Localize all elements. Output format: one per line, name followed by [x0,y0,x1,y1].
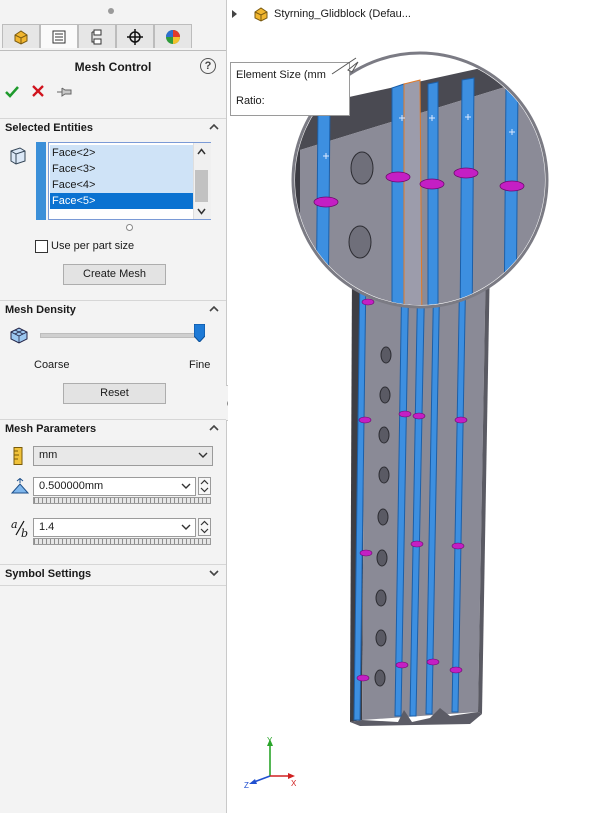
element-size-thumbwheel[interactable] [33,497,211,504]
list-item[interactable]: Face<3> [50,161,195,177]
feature-tree-part-name[interactable]: Styrning_Glidblock (Defau... [274,8,411,20]
ratio-spinner[interactable] [198,518,211,536]
chevron-down-icon [198,452,208,458]
cancel-button[interactable] [30,83,46,104]
axis-z-label: Z [244,781,249,790]
part-icon [254,7,268,22]
section-title: Symbol Settings [5,568,92,580]
svg-text:b: b [21,527,28,538]
element-size-value: 0.500000mm [39,480,104,492]
tab-dimxpert-manager[interactable] [116,24,154,48]
list-item[interactable]: Face<2> [50,145,195,161]
symbol-settings-header[interactable]: Symbol Settings [0,564,226,585]
ruler-icon [13,447,23,465]
chevron-up-icon [209,424,219,431]
element-size-field[interactable]: 0.500000mm [33,477,196,496]
property-manager-icon [52,30,66,43]
selection-list-indicator [36,142,46,220]
dimxpert-icon [127,28,143,45]
axis-x-label: X [291,779,297,788]
chevron-down-icon [209,570,219,577]
mesh-density-slider-thumb[interactable] [194,324,205,342]
list-scroll-thumb[interactable] [195,170,208,202]
tab-configuration-manager[interactable] [78,24,116,48]
units-select[interactable]: mm [33,446,213,466]
part-model-view[interactable] [228,0,593,813]
scroll-up-icon[interactable] [197,148,206,155]
element-size-spinner[interactable] [198,477,211,495]
scroll-down-icon[interactable] [197,208,206,215]
spin-up-down-icon [200,520,209,534]
ratio-field[interactable]: 1.4 [33,518,196,537]
mesh-parameters-header[interactable]: Mesh Parameters [0,419,226,440]
svg-text:a: a [11,518,18,531]
chevron-up-icon [209,305,219,312]
manager-tab-bar [0,22,226,51]
feature-manager-icon [14,29,28,45]
pushpin-icon [57,87,72,97]
section-title: Selected Entities [5,122,94,134]
panel-grip-handle[interactable] [108,8,114,14]
callout-element-size: Element Size (mm [236,69,326,81]
chevron-up-icon [209,123,219,130]
list-resize-handle[interactable] [126,224,133,231]
section-title: Mesh Density [5,304,76,316]
reset-button[interactable]: Reset [63,383,166,404]
tab-display-manager[interactable] [154,24,192,48]
mesh-density-icon [10,327,28,344]
section-divider [0,585,226,586]
list-item[interactable]: Face<4> [50,177,195,193]
tab-property-manager[interactable] [40,24,78,48]
ratio-icon: a b [11,518,28,538]
callout-pointer [331,57,359,75]
list-item-selected[interactable]: Face<5> [50,193,195,209]
element-size-icon [10,478,30,494]
graphics-area[interactable] [228,0,593,813]
tree-expand-arrow-icon[interactable] [232,10,237,18]
property-manager-panel: Mesh Control ? Selected Entities Face<2>… [0,0,227,813]
selected-entities-header[interactable]: Selected Entities [0,118,226,139]
face-selection-icon [10,147,26,165]
x-icon [32,85,44,97]
checkmark-icon [5,86,19,98]
mesh-density-header[interactable]: Mesh Density [0,300,226,321]
fine-label: Fine [189,359,211,371]
chevron-down-icon [181,524,191,530]
tab-feature-manager[interactable] [2,24,40,48]
ok-button[interactable] [4,84,20,105]
help-icon[interactable]: ? [200,58,216,74]
spin-up-down-icon [200,479,209,493]
reference-triad-icon: Y X Z [244,736,297,790]
panel-title: Mesh Control [74,60,152,74]
configuration-manager-icon [91,29,102,44]
chevron-down-icon [181,483,191,489]
mesh-density-slider-track[interactable] [40,333,202,338]
ratio-value: 1.4 [39,521,55,533]
selected-entities-list[interactable]: Face<2> Face<3> Face<4> Face<5> [48,142,211,220]
use-per-part-size-label: Use per part size [51,240,135,252]
appearance-icon [166,29,180,44]
coarse-label: Coarse [34,359,70,371]
use-per-part-size-checkbox[interactable] [35,240,48,253]
section-title: Mesh Parameters [5,423,97,435]
callout-ratio: Ratio: [236,95,265,107]
pin-button[interactable] [56,86,72,98]
create-mesh-button[interactable]: Create Mesh [63,264,166,285]
axis-y-label: Y [267,736,273,745]
units-value: mm [39,449,58,461]
ratio-thumbwheel[interactable] [33,538,211,545]
